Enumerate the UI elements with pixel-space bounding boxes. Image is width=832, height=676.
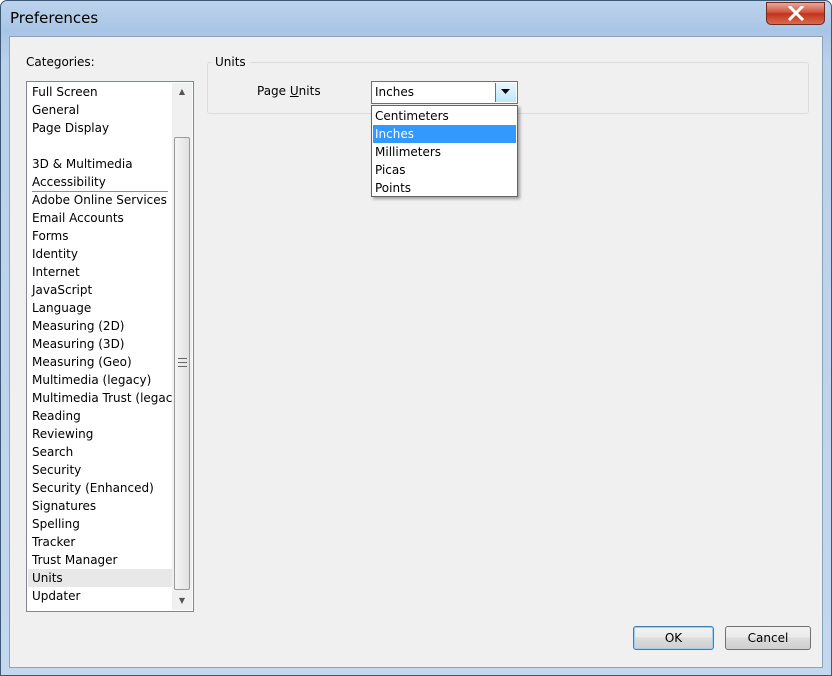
close-button[interactable] (766, 2, 825, 25)
category-item[interactable]: Search (28, 443, 172, 461)
dialog-body: Categories: Full Screen General Page Displ… (9, 36, 823, 668)
category-item[interactable]: Reading (28, 407, 172, 425)
dropdown-option[interactable]: Millimeters (373, 143, 516, 161)
page-units-dropdown-list: Centimeters Inches Millimeters Picas Points (371, 105, 518, 197)
units-group-title: Units (212, 55, 250, 69)
categories-list[interactable]: Full Screen General Page Display 3D & Multi… (26, 81, 194, 612)
page-units-label-accel: U (289, 84, 299, 98)
page-units-combobox[interactable]: Inches (371, 81, 518, 104)
category-item[interactable]: Spelling (28, 515, 172, 533)
category-item[interactable]: Language (28, 299, 172, 317)
scroll-thumb[interactable] (174, 137, 190, 590)
page-units-value: Inches (375, 85, 414, 99)
category-item[interactable]: Full Screen (28, 83, 172, 101)
category-item[interactable]: Multimedia Trust (legacy) (28, 389, 184, 407)
category-item[interactable]: Email Accounts (28, 209, 172, 227)
preferences-window: Preferences Categories: Full Screen Gener… (0, 0, 832, 676)
page-units-label-pre: Page (257, 84, 290, 98)
combo-dropdown-button[interactable] (495, 83, 516, 102)
category-item[interactable]: Identity (28, 245, 172, 263)
category-item[interactable]: Page Display (28, 119, 172, 137)
categories-scrollbar[interactable]: ▲ ▼ (172, 83, 192, 610)
category-item[interactable]: Adobe Online Services (28, 191, 172, 209)
dropdown-option[interactable]: Centimeters (373, 107, 516, 125)
category-item[interactable]: Units (28, 569, 172, 587)
category-item[interactable]: Forms (28, 227, 172, 245)
page-units-label-post: nits (298, 84, 321, 98)
category-item[interactable]: JavaScript (28, 281, 172, 299)
window-title: Preferences (10, 9, 99, 27)
category-item[interactable]: 3D & Multimedia (28, 155, 172, 173)
categories-separator (32, 191, 168, 192)
category-item[interactable]: General (28, 101, 172, 119)
scroll-down-arrow-icon[interactable]: ▼ (172, 592, 192, 610)
dropdown-option[interactable]: Picas (373, 161, 516, 179)
category-item[interactable]: Security (Enhanced) (28, 479, 172, 497)
page-units-label: Page Units (257, 84, 321, 98)
ok-button[interactable]: OK (633, 626, 714, 650)
category-item[interactable]: Multimedia (legacy) (28, 371, 172, 389)
category-item[interactable]: Measuring (Geo) (28, 353, 172, 371)
category-item[interactable]: Reviewing (28, 425, 172, 443)
category-item[interactable]: Measuring (3D) (28, 335, 172, 353)
category-item[interactable]: Internet (28, 263, 172, 281)
cancel-button[interactable]: Cancel (725, 626, 811, 650)
title-bar[interactable]: Preferences (1, 1, 831, 37)
category-item[interactable]: Accessibility (28, 173, 172, 191)
category-item[interactable]: Trust Manager (28, 551, 172, 569)
categories-label: Categories: (26, 55, 95, 69)
category-item[interactable]: Signatures (28, 497, 172, 515)
scroll-grip-icon (178, 358, 187, 367)
dropdown-option[interactable]: Inches (373, 125, 516, 143)
category-item[interactable]: Security (28, 461, 172, 479)
scroll-up-arrow-icon[interactable]: ▲ (172, 83, 192, 101)
dropdown-option[interactable]: Points (373, 179, 516, 197)
close-icon (788, 6, 804, 21)
category-item[interactable]: Updater (28, 587, 172, 605)
chevron-down-icon (501, 89, 510, 94)
category-item[interactable]: Tracker (28, 533, 172, 551)
category-item[interactable]: Measuring (2D) (28, 317, 172, 335)
